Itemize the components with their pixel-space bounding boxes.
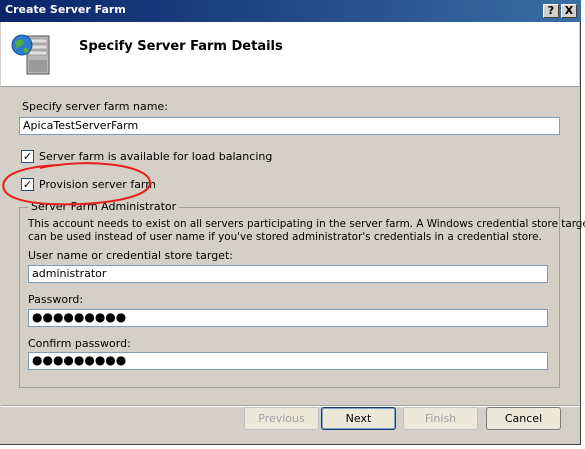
help-icon: ? bbox=[547, 4, 555, 17]
help-button[interactable]: ? bbox=[543, 4, 559, 18]
title-bar[interactable]: Create Server Farm ? X bbox=[0, 0, 581, 22]
farm-name-input[interactable]: ApicaTestServerFarm bbox=[19, 117, 560, 135]
password-label: Password: bbox=[28, 293, 84, 306]
finish-button[interactable]: Finish bbox=[403, 407, 478, 430]
create-server-farm-dialog: Create Server Farm ? X Specify Server Fa… bbox=[0, 0, 585, 445]
farm-name-label: Specify server farm name: bbox=[22, 100, 168, 113]
cancel-button[interactable]: Cancel bbox=[486, 407, 561, 430]
close-icon: X bbox=[564, 4, 574, 17]
window-title: Create Server Farm bbox=[5, 3, 126, 16]
password-input[interactable]: ●●●●●●●●● bbox=[28, 309, 548, 327]
wizard-header: Specify Server Farm Details bbox=[1, 22, 579, 87]
red-annotation-circle bbox=[2, 162, 151, 206]
server-globe-icon bbox=[11, 34, 50, 75]
page-title: Specify Server Farm Details bbox=[79, 39, 283, 54]
confirm-password-input[interactable]: ●●●●●●●●● bbox=[28, 352, 548, 370]
admin-description-line2: can be used instead of user name if you'… bbox=[28, 231, 542, 243]
next-button[interactable]: Next bbox=[321, 407, 396, 430]
confirm-password-label: Confirm password: bbox=[28, 337, 131, 350]
user-name-input[interactable]: administrator bbox=[28, 265, 548, 283]
user-name-label: User name or credential store target: bbox=[28, 249, 233, 262]
previous-button[interactable]: Previous bbox=[244, 407, 319, 430]
close-button[interactable]: X bbox=[561, 4, 577, 18]
admin-description-line1: This account needs to exist on all serve… bbox=[28, 218, 585, 230]
